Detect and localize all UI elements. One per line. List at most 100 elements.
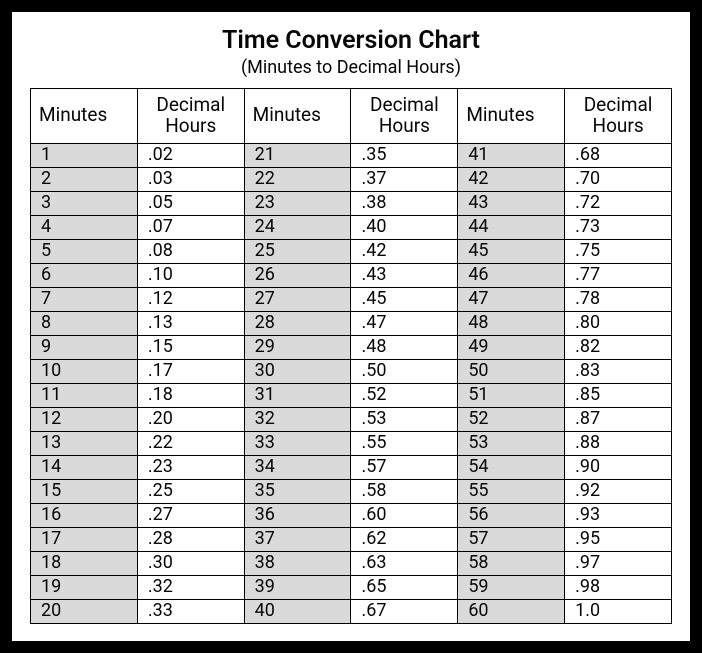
- cell-decimal: .78: [565, 287, 672, 311]
- table-row: 18.3038.6358.97: [31, 551, 672, 575]
- chart-page: Time Conversion Chart (Minutes to Decima…: [12, 12, 690, 641]
- cell-decimal: .47: [351, 311, 458, 335]
- cell-decimal: .72: [565, 191, 672, 215]
- cell-decimal: .97: [565, 551, 672, 575]
- cell-minutes: 10: [31, 359, 138, 383]
- cell-decimal: .80: [565, 311, 672, 335]
- cell-minutes: 43: [458, 191, 565, 215]
- cell-minutes: 29: [244, 335, 351, 359]
- cell-decimal: .40: [351, 215, 458, 239]
- cell-decimal: .88: [565, 431, 672, 455]
- cell-decimal: .98: [565, 575, 672, 599]
- cell-minutes: 8: [31, 311, 138, 335]
- cell-decimal: .05: [137, 191, 244, 215]
- cell-minutes: 20: [31, 599, 138, 623]
- cell-decimal: .45: [351, 287, 458, 311]
- cell-decimal: .65: [351, 575, 458, 599]
- cell-decimal: .37: [351, 167, 458, 191]
- cell-minutes: 33: [244, 431, 351, 455]
- cell-decimal: .18: [137, 383, 244, 407]
- cell-minutes: 3: [31, 191, 138, 215]
- cell-decimal: .55: [351, 431, 458, 455]
- cell-decimal: .70: [565, 167, 672, 191]
- cell-minutes: 27: [244, 287, 351, 311]
- cell-minutes: 19: [31, 575, 138, 599]
- table-row: 14.2334.5754.90: [31, 455, 672, 479]
- cell-decimal: .43: [351, 263, 458, 287]
- chart-frame: Time Conversion Chart (Minutes to Decima…: [0, 0, 702, 653]
- cell-minutes: 30: [244, 359, 351, 383]
- table-row: 5.0825.4245.75: [31, 239, 672, 263]
- cell-minutes: 34: [244, 455, 351, 479]
- table-row: 12.2032.5352.87: [31, 407, 672, 431]
- table-row: 2.0322.3742.70: [31, 167, 672, 191]
- cell-decimal: .83: [565, 359, 672, 383]
- table-row: 19.3239.6559.98: [31, 575, 672, 599]
- col-header-decimal-1: Decimal Hours: [137, 89, 244, 144]
- cell-minutes: 11: [31, 383, 138, 407]
- cell-decimal: .68: [565, 143, 672, 167]
- cell-decimal: .12: [137, 287, 244, 311]
- cell-minutes: 51: [458, 383, 565, 407]
- cell-decimal: .93: [565, 503, 672, 527]
- cell-minutes: 7: [31, 287, 138, 311]
- cell-minutes: 18: [31, 551, 138, 575]
- cell-minutes: 1: [31, 143, 138, 167]
- cell-minutes: 14: [31, 455, 138, 479]
- cell-minutes: 32: [244, 407, 351, 431]
- cell-minutes: 25: [244, 239, 351, 263]
- cell-minutes: 48: [458, 311, 565, 335]
- cell-minutes: 17: [31, 527, 138, 551]
- cell-minutes: 36: [244, 503, 351, 527]
- cell-decimal: .02: [137, 143, 244, 167]
- cell-minutes: 55: [458, 479, 565, 503]
- cell-decimal: .82: [565, 335, 672, 359]
- table-row: 17.2837.6257.95: [31, 527, 672, 551]
- cell-minutes: 31: [244, 383, 351, 407]
- cell-minutes: 21: [244, 143, 351, 167]
- cell-minutes: 28: [244, 311, 351, 335]
- cell-minutes: 4: [31, 215, 138, 239]
- cell-minutes: 26: [244, 263, 351, 287]
- cell-decimal: .58: [351, 479, 458, 503]
- cell-decimal: .63: [351, 551, 458, 575]
- cell-decimal: .62: [351, 527, 458, 551]
- cell-decimal: .52: [351, 383, 458, 407]
- table-row: 13.2233.5553.88: [31, 431, 672, 455]
- cell-minutes: 16: [31, 503, 138, 527]
- cell-minutes: 9: [31, 335, 138, 359]
- table-row: 16.2736.6056.93: [31, 503, 672, 527]
- cell-minutes: 15: [31, 479, 138, 503]
- cell-minutes: 44: [458, 215, 565, 239]
- cell-minutes: 54: [458, 455, 565, 479]
- cell-decimal: .53: [351, 407, 458, 431]
- col-header-decimal-2: Decimal Hours: [351, 89, 458, 144]
- cell-decimal: .10: [137, 263, 244, 287]
- cell-minutes: 2: [31, 167, 138, 191]
- col-header-decimal-3: Decimal Hours: [565, 89, 672, 144]
- cell-minutes: 35: [244, 479, 351, 503]
- cell-decimal: .28: [137, 527, 244, 551]
- table-row: 8.1328.4748.80: [31, 311, 672, 335]
- cell-minutes: 53: [458, 431, 565, 455]
- table-row: 4.0724.4044.73: [31, 215, 672, 239]
- cell-minutes: 37: [244, 527, 351, 551]
- col-header-minutes-3: Minutes: [458, 89, 565, 144]
- cell-minutes: 49: [458, 335, 565, 359]
- cell-decimal: .32: [137, 575, 244, 599]
- table-row: 7.1227.4547.78: [31, 287, 672, 311]
- cell-decimal: .38: [351, 191, 458, 215]
- cell-minutes: 42: [458, 167, 565, 191]
- cell-minutes: 52: [458, 407, 565, 431]
- cell-minutes: 6: [31, 263, 138, 287]
- table-row: 9.1529.4849.82: [31, 335, 672, 359]
- table-row: 11.1831.5251.85: [31, 383, 672, 407]
- cell-decimal: .20: [137, 407, 244, 431]
- cell-decimal: .25: [137, 479, 244, 503]
- chart-subtitle: (Minutes to Decimal Hours): [30, 57, 672, 78]
- cell-minutes: 60: [458, 599, 565, 623]
- table-row: 15.2535.5855.92: [31, 479, 672, 503]
- cell-minutes: 46: [458, 263, 565, 287]
- table-row: 6.1026.4346.77: [31, 263, 672, 287]
- cell-decimal: .13: [137, 311, 244, 335]
